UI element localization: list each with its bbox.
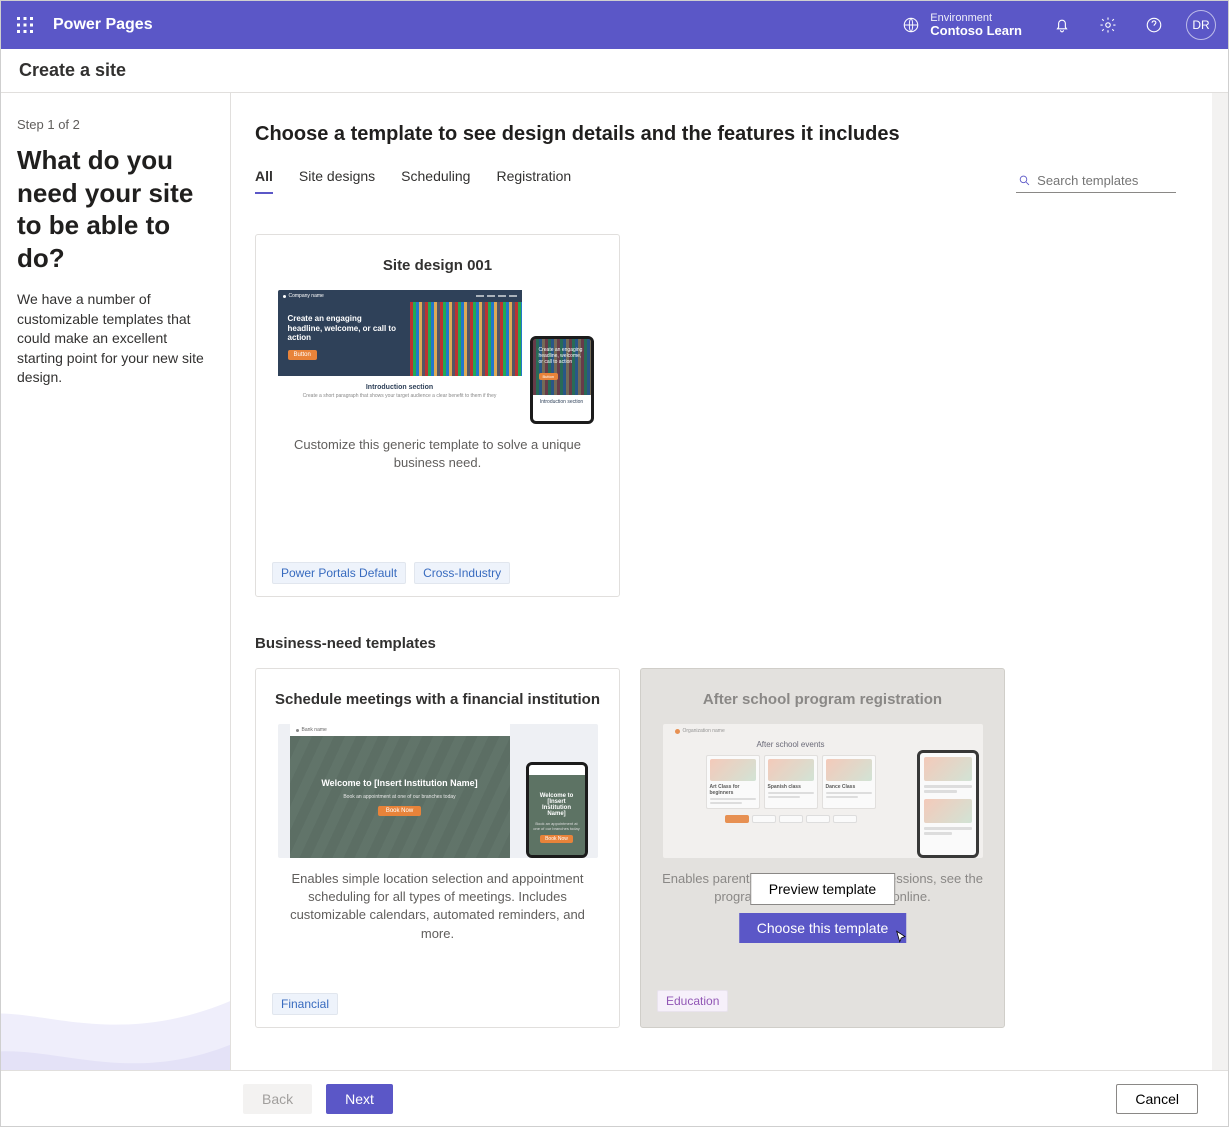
tab-scheduling[interactable]: Scheduling [401, 168, 470, 194]
environment-name: Contoso Learn [930, 24, 1022, 38]
globe-icon [902, 16, 920, 34]
card-title: Schedule meetings with a financial insti… [272, 691, 603, 708]
main-lead: Choose a template to see design details … [255, 123, 1176, 146]
back-button[interactable]: Back [243, 1084, 312, 1114]
cursor-icon [892, 929, 910, 947]
environment-label: Environment [930, 12, 1022, 24]
search-icon [1018, 173, 1031, 188]
bell-icon [1053, 16, 1071, 34]
step-indicator: Step 1 of 2 [17, 117, 214, 132]
card-description: Customize this generic template to solve… [272, 436, 603, 492]
help-button[interactable] [1134, 5, 1174, 45]
tabs-row: All Site designs Scheduling Registration [255, 168, 1176, 194]
tag: Education [657, 990, 728, 1012]
scrollbar[interactable] [1212, 93, 1228, 1070]
waffle-icon [17, 17, 33, 33]
card-tags: Financial [272, 993, 603, 1015]
left-panel: Step 1 of 2 What do you need your site t… [1, 93, 231, 1070]
template-tabs: All Site designs Scheduling Registration [255, 168, 571, 194]
card-tags: Education [657, 990, 988, 1012]
footer-bar: Back Next Cancel [1, 1070, 1228, 1126]
template-card-site-design-001[interactable]: Site design 001 Company name Create an e… [255, 234, 620, 597]
card-title: Site design 001 [272, 257, 603, 274]
tab-all[interactable]: All [255, 168, 273, 194]
template-preview: Organization name After school events Ar… [663, 724, 983, 858]
left-body: We have a number of customizable templat… [17, 290, 214, 388]
template-card-after-school-registration[interactable]: After school program registration Organi… [640, 668, 1005, 1028]
template-preview: Company name Create an engaging headline… [278, 290, 598, 424]
main-content: Choose a template to see design details … [231, 93, 1212, 1070]
card-hover-actions: Preview template Choose this template [739, 873, 907, 943]
settings-button[interactable] [1088, 5, 1128, 45]
user-avatar[interactable]: DR [1186, 10, 1216, 40]
preview-template-button[interactable]: Preview template [750, 873, 895, 905]
search-input[interactable] [1037, 173, 1174, 188]
tab-site-designs[interactable]: Site designs [299, 168, 375, 194]
choose-template-button[interactable]: Choose this template [739, 913, 907, 943]
next-button[interactable]: Next [326, 1084, 393, 1114]
notifications-button[interactable] [1042, 5, 1082, 45]
tab-registration[interactable]: Registration [496, 168, 571, 194]
template-card-financial-scheduling[interactable]: Schedule meetings with a financial insti… [255, 668, 620, 1028]
app-launcher-button[interactable] [7, 7, 43, 43]
page-title: Create a site [1, 49, 1228, 93]
environment-picker[interactable]: Environment Contoso Learn [902, 12, 1022, 38]
card-description: Enables simple location selection and ap… [272, 870, 603, 943]
tag: Financial [272, 993, 338, 1015]
card-title: After school program registration [657, 691, 988, 708]
section-business-need: Business-need templates [255, 635, 1176, 652]
search-templates[interactable] [1016, 169, 1176, 193]
brand-title[interactable]: Power Pages [53, 16, 153, 34]
template-preview: Bank name Welcome to [Insert Institution… [278, 724, 598, 858]
cancel-button[interactable]: Cancel [1116, 1084, 1198, 1114]
tag: Power Portals Default [272, 562, 406, 584]
gear-icon [1099, 16, 1117, 34]
tag: Cross-Industry [414, 562, 510, 584]
decorative-wave-icon [1, 860, 231, 1070]
help-icon [1145, 16, 1163, 34]
top-bar: Power Pages Environment Contoso Learn DR [1, 1, 1228, 49]
left-heading: What do you need your site to be able to… [17, 144, 214, 274]
card-tags: Power Portals Default Cross-Industry [272, 562, 603, 584]
